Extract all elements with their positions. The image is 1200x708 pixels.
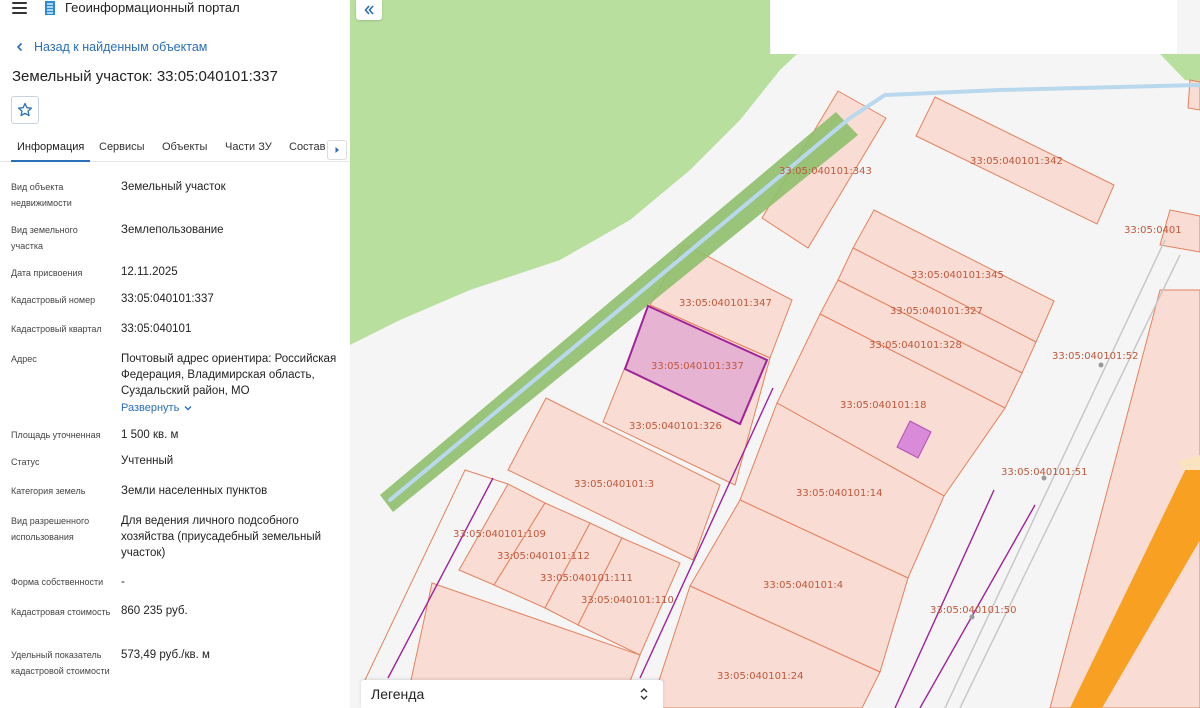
portal-logo-icon [45, 1, 55, 15]
value-parcel-type: Землепользование [121, 224, 224, 236]
value-status: Учтенный [121, 455, 174, 467]
value-specific-value: 573,49 руб./кв. м [121, 649, 210, 661]
parcel-label: 33:05:040101:327 [890, 306, 983, 317]
collapse-panel-button[interactable] [356, 0, 382, 20]
value-area: 1 500 кв. м [121, 429, 179, 441]
value-cadastral-value: 860 235 руб. [121, 605, 188, 617]
label-permitted-use: Вид разрешенного использования [11, 516, 90, 542]
tab-composition[interactable]: Состав [289, 136, 325, 162]
parcel-label: 33:05:040101:328 [869, 340, 962, 351]
back-link-label: Назад к найденным объектам [34, 40, 208, 54]
value-land-category: Земли населенных пунктов [121, 485, 268, 497]
label-area: Площадь уточненная [11, 430, 101, 440]
value-cadastral-quarter: 33:05:040101 [121, 323, 192, 335]
parcel-label: 33:05:040101:50 [930, 605, 1016, 616]
parcel-label: 33:05:040101:342 [970, 156, 1063, 167]
star-icon [17, 102, 33, 117]
parcel-label: 33:05:040101:52 [1052, 351, 1138, 362]
value-permitted-use: Для ведения личного подсобного хозяйства… [121, 515, 322, 559]
tab-information[interactable]: Информация [11, 136, 91, 162]
parcel-label: 33:05:040101:343 [779, 166, 872, 177]
parcel-label: 33:05:040101:110 [581, 595, 674, 606]
label-assignment-date: Дата присвоения [11, 268, 83, 278]
parcel-label: 33:05:040101:18 [840, 400, 926, 411]
label-status: Статус [11, 457, 40, 467]
label-address: Адрес [11, 354, 37, 364]
label-parcel-type: Вид земельного участка [11, 225, 78, 251]
label-cadastral-number: Кадастровый номер [11, 295, 96, 305]
parcel-label: 33:05:040101:109 [453, 529, 546, 540]
object-info-panel: Геоинформационный портал Назад к найденн… [0, 0, 350, 708]
parcel-label: 33:05:040101:51 [1001, 467, 1087, 478]
label-cadastral-value: Кадастровая стоимость [11, 607, 111, 617]
parcel-label-selected: 33:05:040101:337 [651, 361, 744, 372]
parcel-label: 33:05:040101:345 [911, 270, 1004, 281]
map-overlay-panel [771, 0, 1177, 54]
parcel-label: 33:05:040101:4 [763, 580, 843, 591]
back-to-results-link[interactable]: Назад к найденным объектам [13, 38, 207, 56]
map-canvas[interactable]: 33:05:040101:343 33:05:040101:342 33:05:… [350, 0, 1200, 708]
tab-parcel-parts[interactable]: Части ЗУ [225, 136, 272, 162]
parcel-label: 33:05:040101:14 [796, 488, 882, 499]
tab-services[interactable]: Сервисы [99, 136, 145, 162]
parcel-label: 33:05:040101:326 [629, 421, 722, 432]
expand-address-link[interactable]: Развернуть [121, 400, 193, 416]
favorite-button[interactable] [11, 96, 39, 124]
top-bar: Геоинформационный портал [0, 0, 350, 20]
portal-title: Геоинформационный портал [65, 0, 240, 15]
value-cadastral-number: 33:05:040101:337 [121, 293, 214, 305]
caret-right-icon [335, 147, 339, 153]
double-chevron-left-icon [364, 5, 374, 15]
tab-bar: Информация Сервисы Объекты Части ЗУ Сост… [0, 136, 350, 162]
label-object-type: Вид объекта недвижимости [11, 182, 72, 208]
chevron-left-icon [16, 42, 23, 52]
value-address: Почтовый адрес ориентира: Российская Фед… [121, 353, 337, 397]
label-ownership-form: Форма собственности [11, 577, 104, 587]
map-view[interactable]: 33:05:040101:343 33:05:040101:342 33:05:… [350, 0, 1200, 708]
parcel-label: 33:05:0401 [1124, 225, 1182, 236]
value-ownership-form: - [121, 576, 125, 588]
expand-link-label: Развернуть [121, 402, 180, 414]
object-title: Земельный участок: 33:05:040101:337 [12, 68, 278, 85]
value-assignment-date: 12.11.2025 [121, 266, 178, 278]
parcel-label: 33:05:040101:112 [497, 551, 590, 562]
tab-objects[interactable]: Объекты [162, 136, 207, 162]
legend-panel[interactable]: Легенда [361, 680, 663, 708]
forest-area-right [1160, 54, 1200, 82]
menu-icon[interactable] [12, 1, 28, 15]
pole-marker-52 [1098, 362, 1104, 368]
label-cadastral-quarter: Кадастровый квартал [11, 324, 102, 334]
parcel-label: 33:05:040101:24 [717, 671, 803, 682]
chevron-down-icon [184, 406, 192, 411]
expand-collapse-icon[interactable] [639, 686, 649, 702]
parcel-label: 33:05:040101:111 [540, 573, 633, 584]
legend-label: Легенда [371, 686, 425, 702]
label-specific-value: Удельный показатель кадастровой стоимост… [11, 650, 110, 676]
label-land-category: Категория земель [11, 486, 86, 496]
tabs-scroll-right-button[interactable] [327, 140, 347, 160]
parcel-label: 33:05:040101:347 [679, 298, 772, 309]
value-object-type: Земельный участок [121, 181, 226, 193]
parcel-label: 33:05:040101:3 [574, 479, 654, 490]
